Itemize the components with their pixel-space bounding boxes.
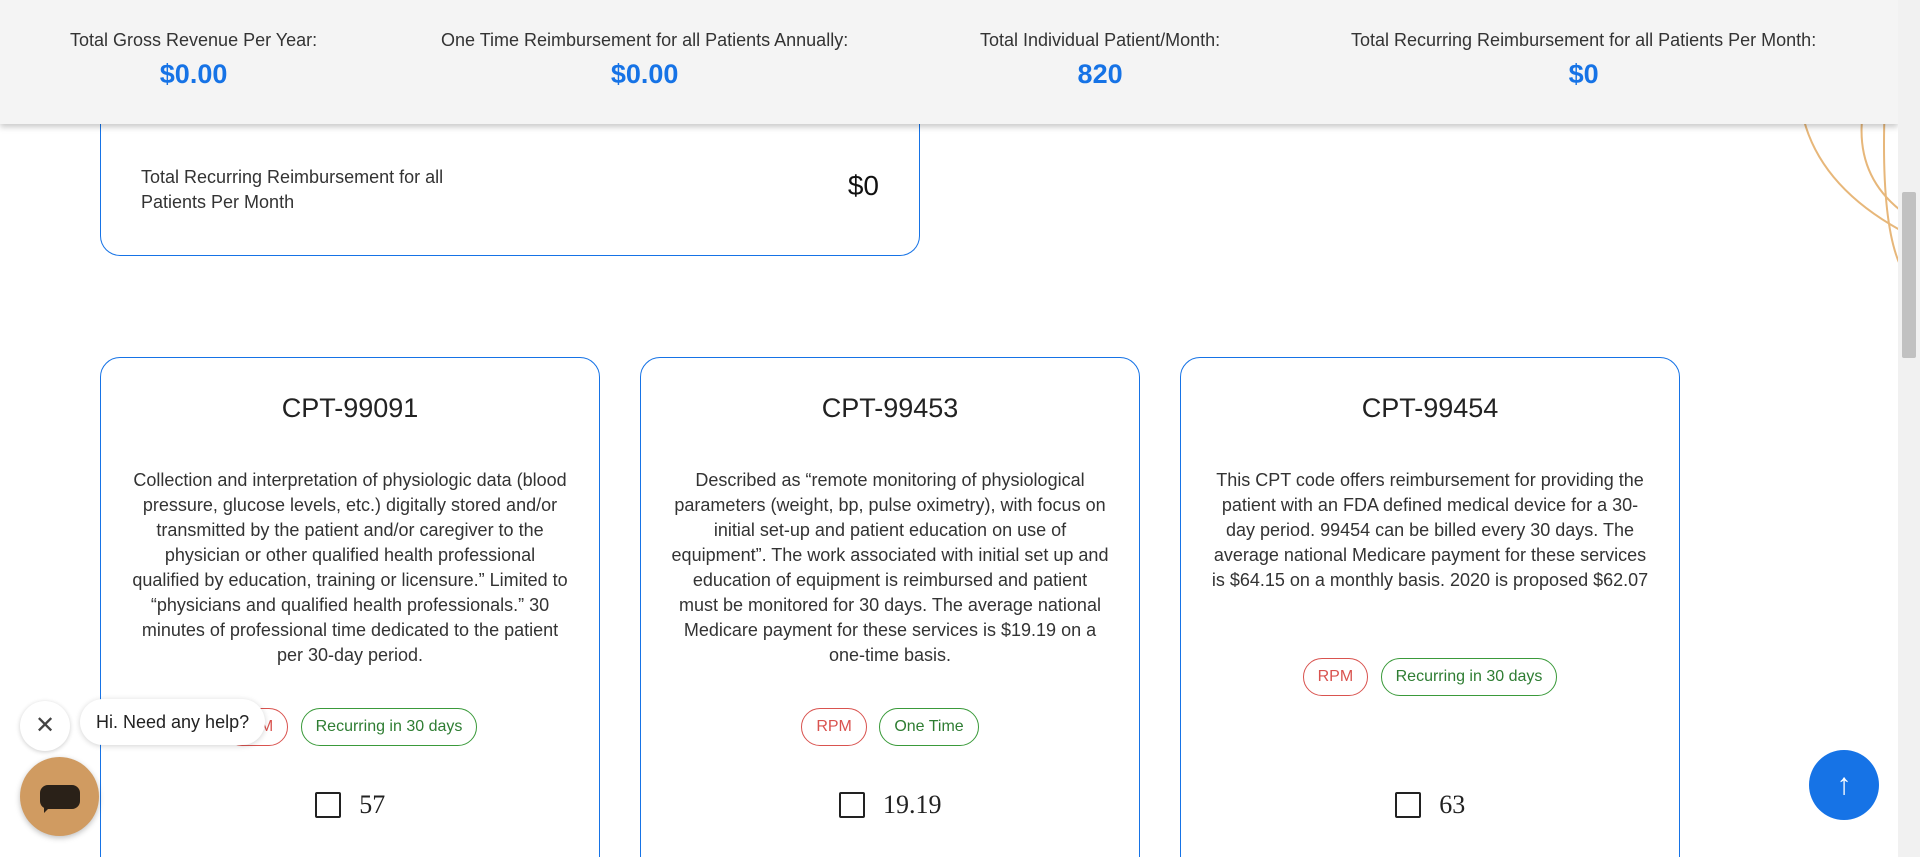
chat-greeting-bubble[interactable]: Hi. Need any help?: [80, 699, 266, 745]
gross-revenue-label: Total Gross Revenue Per Year:: [70, 30, 318, 50]
card-tags: RPM Recurring in 30 days: [1181, 658, 1679, 696]
select-checkbox[interactable]: [314, 792, 341, 818]
one-time-value: $0.00: [610, 59, 679, 89]
chat-launcher-button[interactable]: [20, 757, 99, 836]
page-scrollbar[interactable]: [1898, 0, 1920, 857]
one-time-summary: One Time Reimbursement for all Patients …: [441, 30, 848, 90]
card-description: Described as “remote monitoring of physi…: [671, 470, 1109, 665]
arrow-up-icon: ↑: [1836, 768, 1852, 801]
cpt-card-99454: CPT-99454 This CPT code offers reimburse…: [1180, 357, 1680, 857]
rpm-tag: RPM: [1302, 658, 1369, 696]
decorative-arcs: [1799, 100, 1900, 266]
card-description: Collection and interpretation of physiol…: [132, 470, 568, 665]
card-description: This CPT code offers reimbursement for p…: [1211, 470, 1649, 590]
billing-type-tag: One Time: [879, 708, 979, 746]
card-price: 57: [359, 790, 386, 819]
card-title: CPT-99453: [821, 393, 959, 423]
price-row: 57: [101, 790, 599, 820]
card-title: CPT-99454: [1361, 393, 1499, 423]
recurring-summary-label: Total Recurring Reimbursement for all Pa…: [1351, 30, 1817, 50]
gross-revenue-summary: Total Gross Revenue Per Year: $0.00: [70, 30, 317, 90]
individual-patient-summary: Total Individual Patient/Month: 820: [980, 30, 1220, 90]
individual-patient-label: Total Individual Patient/Month:: [980, 30, 1221, 50]
select-checkbox[interactable]: [838, 792, 865, 818]
cpt-card-99453: CPT-99453 Described as “remote monitorin…: [640, 357, 1140, 857]
select-checkbox[interactable]: [1394, 792, 1421, 818]
recurring-box-value: $0: [847, 170, 879, 201]
one-time-label: One Time Reimbursement for all Patients …: [441, 30, 849, 50]
card-price: 19.19: [882, 790, 942, 819]
summary-header: Total Gross Revenue Per Year: $0.00 One …: [0, 0, 1898, 124]
card-price: 63: [1439, 790, 1466, 819]
recurring-box-label: Total Recurring Reimbursement for all Pa…: [141, 167, 444, 212]
scroll-to-top-button[interactable]: ↑: [1809, 750, 1879, 820]
card-tags: RPM One Time: [641, 708, 1139, 746]
recurring-summary: Total Recurring Reimbursement for all Pa…: [1351, 30, 1816, 90]
billing-type-tag: Recurring in 30 days: [300, 708, 478, 746]
rpm-tag: RPM: [801, 708, 867, 746]
recurring-summary-value: $0: [1568, 59, 1599, 89]
price-row: 19.19: [641, 790, 1139, 820]
price-row: 63: [1181, 790, 1679, 820]
card-title: CPT-99091: [281, 393, 419, 423]
cpt-card-99091: CPT-99091 Collection and interpretation …: [100, 357, 600, 857]
close-icon[interactable]: ✕: [20, 701, 70, 751]
individual-patient-value: 820: [1077, 59, 1123, 89]
scrollbar-thumb[interactable]: [1902, 192, 1916, 358]
gross-revenue-value: $0.00: [159, 59, 228, 89]
billing-type-tag: Recurring in 30 days: [1380, 658, 1558, 696]
